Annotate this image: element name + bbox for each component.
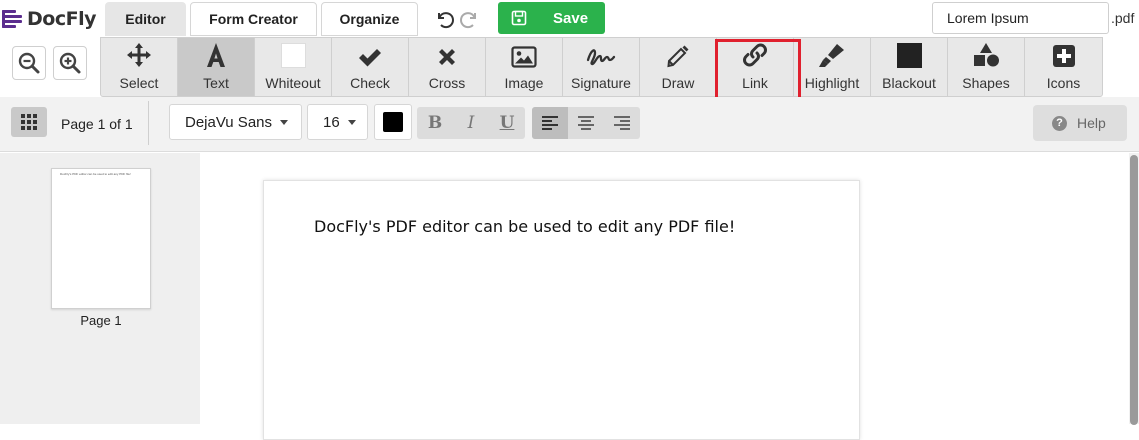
tool-whiteout[interactable]: Whiteout <box>255 38 332 96</box>
thumbnail-label: Page 1 <box>80 313 122 328</box>
tab-editor-label: Editor <box>125 11 166 27</box>
tool-cross[interactable]: Cross <box>409 38 486 96</box>
tool-check-label: Check <box>350 75 390 91</box>
grid-icon <box>21 114 37 130</box>
help-button[interactable]: ? Help <box>1033 105 1127 141</box>
tool-blackout-label: Blackout <box>882 75 936 91</box>
tab-organize[interactable]: Organize <box>321 2 418 36</box>
tool-signature[interactable]: Signature <box>563 38 640 96</box>
tool-text-label: Text <box>203 75 229 91</box>
question-circle-icon: ? <box>1052 115 1067 131</box>
thumbnail-text: DocFly's PDF editor can be used to edit … <box>60 172 131 176</box>
page-thumbnail[interactable]: DocFly's PDF editor can be used to edit … <box>51 168 151 309</box>
font-size-select[interactable]: 16 <box>307 104 368 140</box>
whiteout-square-icon <box>280 43 306 68</box>
tab-form-creator[interactable]: Form Creator <box>190 2 317 36</box>
shapes-icon <box>974 43 999 67</box>
align-right-button[interactable] <box>604 107 640 139</box>
font-size-value: 16 <box>323 113 340 131</box>
tool-shapes-label: Shapes <box>962 75 1010 91</box>
text-align-group <box>532 107 640 139</box>
tool-draw-label: Draw <box>661 75 695 91</box>
format-bar: Page 1 of 1 DejaVu Sans 16 B I U ? Help <box>0 97 1139 152</box>
logo-text: DocFly <box>27 8 96 30</box>
tool-whiteout-label: Whiteout <box>265 75 321 91</box>
tool-check[interactable]: Check <box>332 38 409 96</box>
tool-select[interactable]: Select <box>101 38 178 96</box>
docfly-logo[interactable]: DocFly <box>2 6 96 32</box>
pdf-page[interactable]: DocFly's PDF editor can be used to edit … <box>263 180 860 440</box>
italic-button[interactable]: I <box>453 107 489 139</box>
link-icon <box>743 43 767 67</box>
page-indicator: Page 1 of 1 <box>61 116 133 132</box>
tool-highlight[interactable]: Highlight <box>794 38 871 96</box>
zoom-in-icon <box>59 52 81 74</box>
align-center-icon <box>578 116 594 130</box>
color-swatch <box>383 112 403 132</box>
tool-link-label: Link <box>742 75 768 91</box>
save-floppy-icon <box>511 10 527 26</box>
align-right-icon <box>614 116 630 130</box>
file-extension: .pdf <box>1111 10 1135 26</box>
tool-palette: Select Text Whiteout Check Cross Image S… <box>100 37 1103 108</box>
scrollbar-thumb[interactable] <box>1130 155 1138 425</box>
font-family-select[interactable]: DejaVu Sans <box>169 104 302 140</box>
zoom-out-button[interactable] <box>12 46 46 80</box>
tool-image[interactable]: Image <box>486 38 563 96</box>
top-bar: DocFly Editor Form Creator Organize Save… <box>0 0 1139 38</box>
tool-highlight-label: Highlight <box>804 75 860 91</box>
tab-editor[interactable]: Editor <box>105 2 186 36</box>
text-a-icon <box>207 43 225 67</box>
text-color-button[interactable] <box>374 104 412 140</box>
help-label: Help <box>1077 115 1106 131</box>
signature-icon <box>586 49 616 66</box>
document-canvas: DocFly's PDF editor can be used to edit … <box>200 153 1128 440</box>
tool-blackout[interactable]: Blackout <box>871 38 948 96</box>
redo-icon[interactable] <box>459 8 481 30</box>
zoom-out-icon <box>18 52 40 74</box>
align-center-button[interactable] <box>568 107 604 139</box>
tool-select-label: Select <box>119 75 159 91</box>
undo-icon[interactable] <box>433 8 455 30</box>
tool-icons-label: Icons <box>1046 75 1081 91</box>
plus-square-icon <box>1052 45 1075 67</box>
tool-signature-label: Signature <box>571 75 631 91</box>
page-grid-button[interactable] <box>11 107 47 137</box>
checkmark-icon <box>359 49 381 67</box>
vertical-scrollbar[interactable] <box>1129 153 1139 425</box>
zoom-in-button[interactable] <box>53 46 87 80</box>
underline-button[interactable]: U <box>489 107 525 139</box>
save-label: Save <box>553 9 589 27</box>
chevron-down-icon <box>348 120 356 125</box>
divider <box>148 101 149 145</box>
chevron-down-icon <box>280 120 288 125</box>
save-button[interactable]: Save <box>498 2 605 34</box>
page-text-block[interactable]: DocFly's PDF editor can be used to edit … <box>314 217 735 236</box>
align-left-button[interactable] <box>532 107 568 139</box>
font-family-value: DejaVu Sans <box>185 113 272 131</box>
tab-form-creator-label: Form Creator <box>209 11 298 27</box>
docfly-logo-icon <box>2 8 24 30</box>
tool-text[interactable]: Text <box>178 38 255 96</box>
highlighter-icon <box>819 44 844 67</box>
blackout-square-icon <box>896 43 922 68</box>
text-style-group: B I U <box>417 107 525 139</box>
filename-input[interactable] <box>932 2 1109 34</box>
page-thumbnails-panel: DocFly's PDF editor can be used to edit … <box>0 153 200 424</box>
cross-icon <box>439 49 455 65</box>
tool-cross-label: Cross <box>428 75 466 91</box>
move-arrows-icon <box>127 43 151 67</box>
align-left-icon <box>542 116 558 130</box>
image-icon <box>511 46 537 68</box>
pencil-icon <box>667 45 689 68</box>
tool-icons[interactable]: Icons <box>1025 38 1102 96</box>
tool-link[interactable]: Link <box>715 38 801 108</box>
tab-organize-label: Organize <box>339 11 400 27</box>
tool-image-label: Image <box>504 75 544 91</box>
tool-shapes[interactable]: Shapes <box>948 38 1025 96</box>
bold-button[interactable]: B <box>417 107 453 139</box>
tool-draw[interactable]: Draw <box>640 38 717 96</box>
